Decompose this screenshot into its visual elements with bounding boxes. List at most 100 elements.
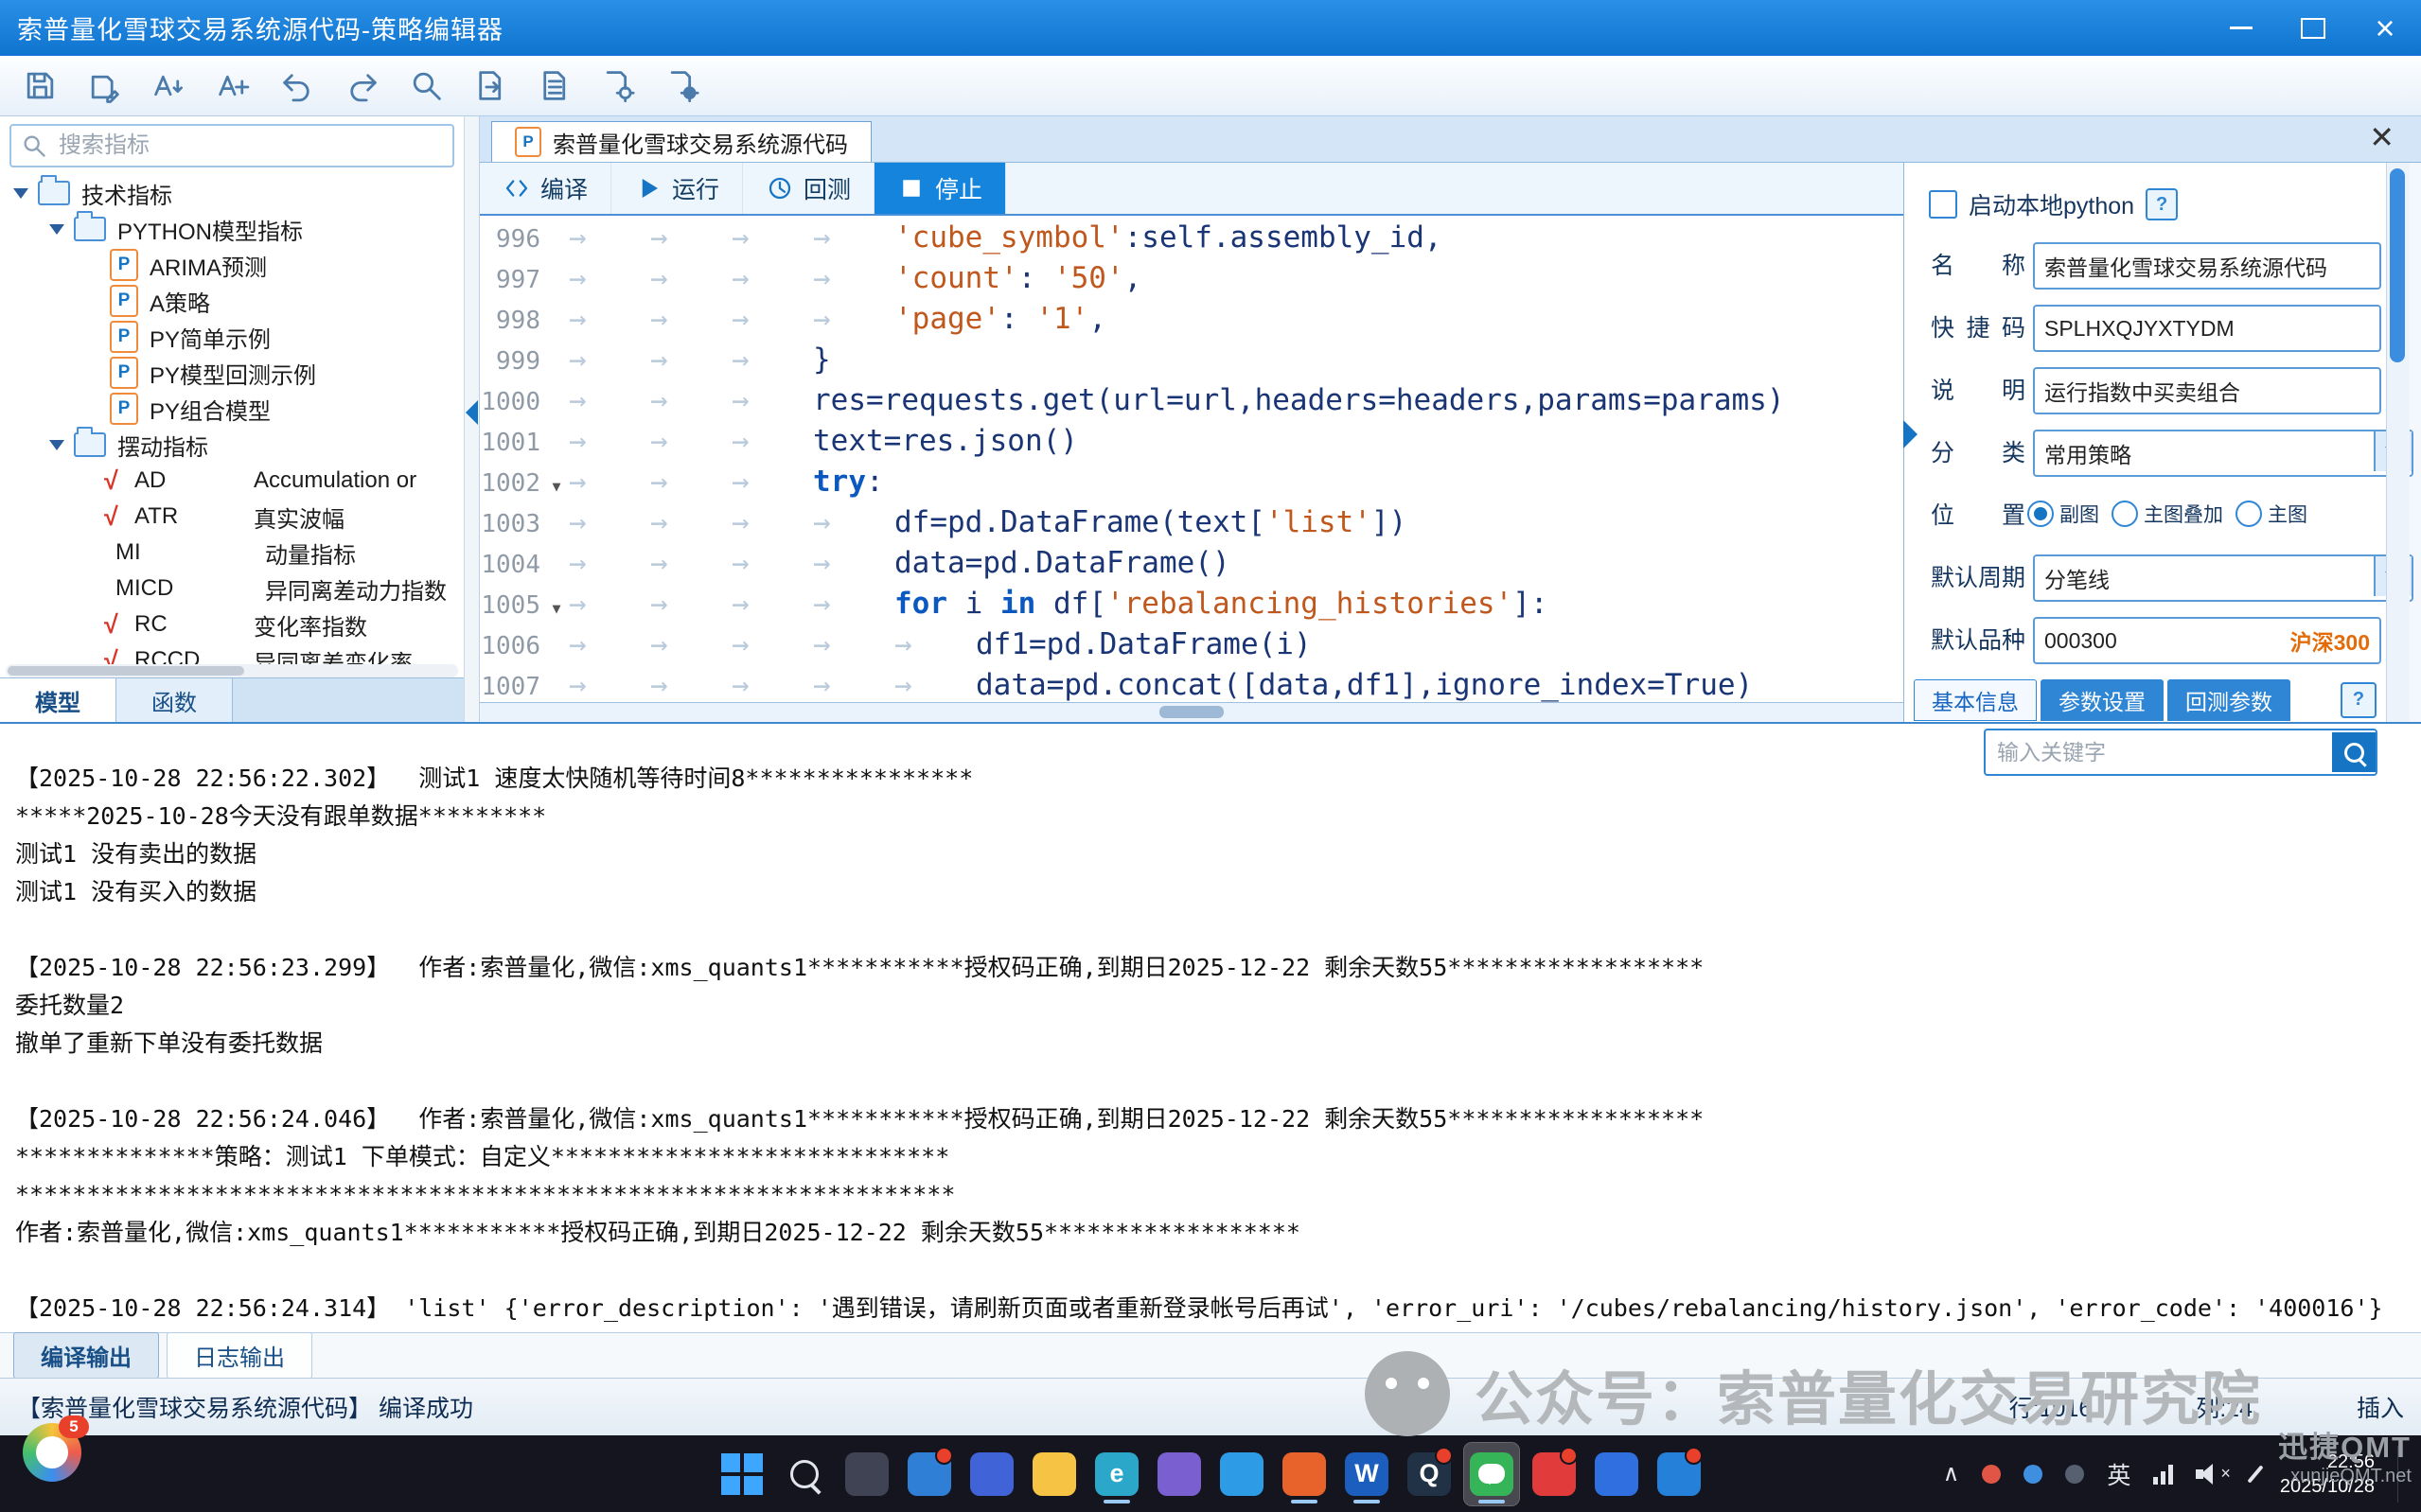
app-red[interactable]: [1527, 1443, 1582, 1505]
tray-app-red-icon[interactable]: [1982, 1465, 2001, 1484]
undo-icon[interactable]: [273, 62, 322, 110]
panel-tab-0[interactable]: 基本信息: [1914, 679, 2037, 721]
tree-item[interactable]: √RC变化率指数: [0, 607, 464, 642]
format-icon[interactable]: [530, 62, 579, 110]
app-violet[interactable]: [1152, 1443, 1207, 1505]
default-period-select[interactable]: 分笔线: [2033, 554, 2413, 602]
expand-arrow-icon[interactable]: [49, 440, 64, 450]
font-decrease-icon[interactable]: [144, 62, 193, 110]
radio-option-0[interactable]: 副图: [2027, 500, 2099, 528]
app-store[interactable]: [964, 1443, 1019, 1505]
app-mail[interactable]: [902, 1443, 957, 1505]
save-icon[interactable]: [15, 62, 64, 110]
compile-button[interactable]: 编译: [480, 163, 611, 214]
floating-assistant-ball[interactable]: 5: [23, 1423, 81, 1482]
pen-icon[interactable]: [2247, 1465, 2263, 1483]
tree-item[interactable]: MICD异同离差动力指数: [0, 571, 464, 607]
code-line[interactable]: 1006→→→→→df1=pd.DataFrame(i): [480, 624, 1903, 665]
tree-item[interactable]: √ADAccumulation or: [0, 463, 464, 499]
default-symbol-field[interactable]: 000300沪深300: [2033, 617, 2381, 664]
splitter-handle-icon[interactable]: [1159, 706, 1224, 718]
output-tab-1[interactable]: 日志输出: [167, 1332, 312, 1379]
edge-browser[interactable]: e: [1089, 1443, 1144, 1505]
tree-item[interactable]: PPY组合模型: [0, 391, 464, 427]
backtest-button[interactable]: 回测: [743, 163, 875, 214]
build-config-icon[interactable]: [659, 62, 708, 110]
app-photos[interactable]: [839, 1443, 894, 1505]
code-line[interactable]: 1004→→→→data=pd.DataFrame(): [480, 543, 1903, 584]
tree-hscrollbar[interactable]: [6, 664, 458, 677]
code-line[interactable]: 1002▼→→→try:: [480, 462, 1903, 502]
code-line[interactable]: 998→→→→'page': '1',: [480, 299, 1903, 340]
indicator-search-input[interactable]: [57, 132, 443, 160]
code-line[interactable]: 999→→→}: [480, 340, 1903, 380]
code-line[interactable]: 1007→→→→→data=pd.concat([data,df1],ignor…: [480, 665, 1903, 702]
expand-arrow-icon[interactable]: [13, 188, 28, 199]
redo-icon[interactable]: [337, 62, 386, 110]
editor-tab[interactable]: P 索普量化雪球交易系统源代码: [491, 121, 872, 162]
tray-app-blue-icon[interactable]: [2023, 1465, 2042, 1484]
app-chat-blue[interactable]: [1589, 1443, 1644, 1505]
maximize-button[interactable]: [2277, 0, 2349, 56]
tree-item[interactable]: √RCCD异同离差变化率: [0, 642, 464, 664]
tree-item[interactable]: PA策略: [0, 283, 464, 319]
radio-option-1[interactable]: 主图叠加: [2112, 500, 2223, 528]
search-button[interactable]: [2332, 732, 2376, 772]
network-icon[interactable]: [2153, 1464, 2173, 1485]
minimize-button[interactable]: [2205, 0, 2277, 56]
panel-help-button[interactable]: ?: [2341, 682, 2377, 718]
local-python-checkbox[interactable]: [1929, 190, 1957, 219]
code-line[interactable]: 1000→→→res=requests.get(url=url,headers=…: [480, 380, 1903, 421]
input-language-button[interactable]: 英: [2107, 1457, 2130, 1491]
fold-arrow-icon[interactable]: ▼: [544, 589, 569, 629]
file-explorer[interactable]: [1027, 1443, 1082, 1505]
stop-button[interactable]: 停止: [875, 163, 1006, 214]
tray-expand-icon[interactable]: ∧: [1943, 1460, 1960, 1487]
keyword-search[interactable]: [1984, 729, 2377, 776]
sidebar-tab-0[interactable]: 模型: [0, 678, 116, 722]
close-tab-icon[interactable]: ✕: [2369, 122, 2394, 152]
wechat[interactable]: [1464, 1443, 1519, 1505]
titlebar[interactable]: 索普量化雪球交易系统源代码-策略编辑器 ×: [0, 0, 2421, 56]
help-icon[interactable]: ?: [2146, 188, 2178, 220]
export-icon[interactable]: [466, 62, 515, 110]
tray-app-dark-icon[interactable]: [2065, 1465, 2084, 1484]
shortcut-code-field[interactable]: SPLHXQJYXTYDM: [2033, 305, 2381, 352]
close-button[interactable]: ×: [2349, 0, 2421, 56]
tree-item[interactable]: MI动量指标: [0, 535, 464, 571]
app-orange[interactable]: [1277, 1443, 1332, 1505]
tree-item[interactable]: PPY模型回测示例: [0, 355, 464, 391]
code-area[interactable]: 996→→→→'cube_symbol':self.assembly_id, 99…: [480, 216, 1903, 702]
tree-item[interactable]: PYTHON模型指标: [0, 211, 464, 247]
sidebar-tab-1[interactable]: 函数: [116, 678, 233, 722]
app-blue-badge[interactable]: [1652, 1443, 1706, 1505]
code-line[interactable]: 1005▼→→→→for i in df['rebalancing_histor…: [480, 584, 1903, 624]
run-config-icon[interactable]: [594, 62, 644, 110]
search-button[interactable]: [777, 1443, 832, 1505]
editor-vscrollbar[interactable]: [2386, 163, 2410, 722]
fold-arrow-icon[interactable]: ▼: [544, 466, 569, 507]
hscrollbar-thumb[interactable]: [8, 666, 244, 676]
save-as-icon[interactable]: [80, 62, 129, 110]
tree-item[interactable]: PPY简单示例: [0, 319, 464, 355]
tree-item[interactable]: PARIMA预测: [0, 247, 464, 283]
code-line[interactable]: 996→→→→'cube_symbol':self.assembly_id,: [480, 218, 1903, 258]
panel-tab-1[interactable]: 参数设置: [2041, 679, 2164, 721]
radio-option-2[interactable]: 主图: [2235, 500, 2307, 528]
panel-tab-2[interactable]: 回测参数: [2167, 679, 2290, 721]
output-tab-0[interactable]: 编译输出: [13, 1332, 159, 1379]
find-icon[interactable]: [401, 62, 451, 110]
editor-hsplitter[interactable]: [480, 702, 1903, 722]
run-button[interactable]: 运行: [611, 163, 743, 214]
tree-item[interactable]: 技术指标: [0, 175, 464, 211]
description-field[interactable]: 运行指数中买卖组合: [2033, 367, 2381, 414]
collapse-left-arrow-icon[interactable]: [466, 400, 478, 425]
code-line[interactable]: 1001→→→text=res.json(): [480, 421, 1903, 462]
name-field[interactable]: 索普量化雪球交易系统源代码: [2033, 242, 2381, 290]
font-increase-icon[interactable]: [208, 62, 257, 110]
keyword-search-input[interactable]: [1986, 740, 2332, 765]
indicator-search[interactable]: [9, 124, 454, 167]
category-select[interactable]: 常用策略: [2033, 430, 2413, 477]
vscrollbar-thumb[interactable]: [2390, 168, 2405, 362]
app-browser[interactable]: [1214, 1443, 1269, 1505]
